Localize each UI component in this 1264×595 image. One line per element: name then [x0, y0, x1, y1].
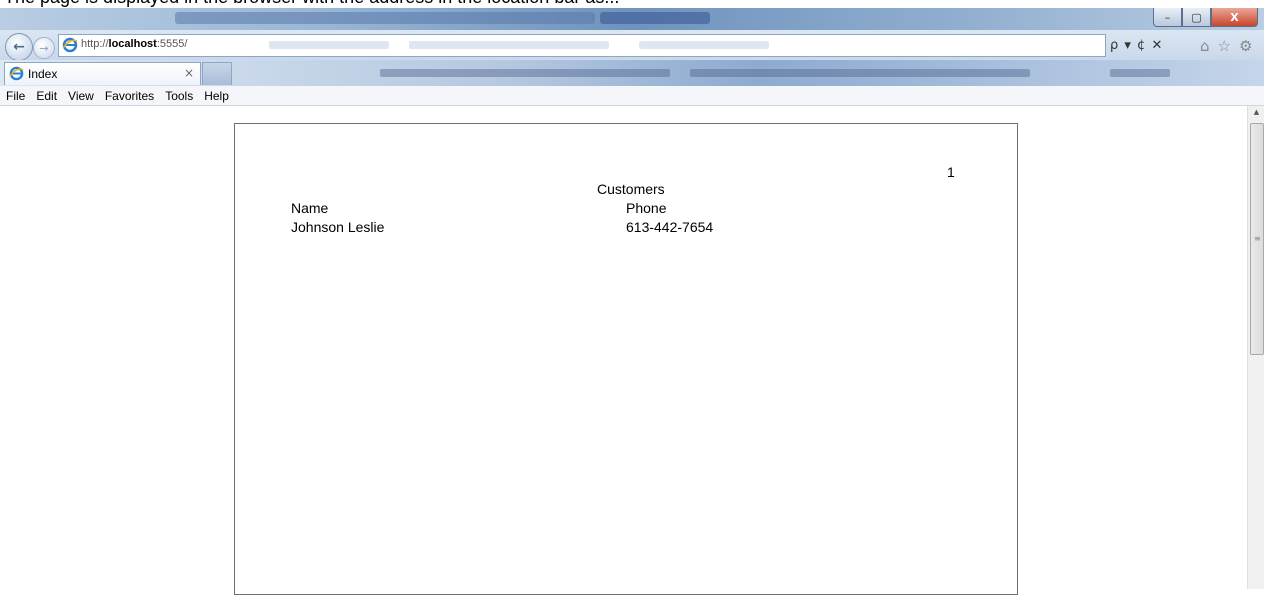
customer-phone: 613-442-7654 [626, 219, 714, 235]
back-button[interactable]: ← [5, 33, 33, 61]
menu-edit[interactable]: Edit [30, 86, 62, 105]
menu-view[interactable]: View [62, 86, 99, 105]
blurred-toolbar [1110, 69, 1170, 77]
minimize-button[interactable]: – [1153, 8, 1182, 27]
blurred-address-text [639, 41, 769, 49]
star-icon[interactable]: ☆ [1218, 37, 1231, 55]
url-scheme: http:// [81, 38, 109, 50]
navigation-bar: ← → http://localhost:5555/ ρ ▾ ¢ ✕ ⌂ ☆ ⚙ [0, 30, 1264, 61]
window-controls: – ▢ X [1153, 8, 1258, 28]
report-page: 1 Customers Name Phone Johnson Leslie 61… [234, 123, 1018, 595]
scroll-up-arrow-icon[interactable]: ▲ [1248, 108, 1264, 122]
tab-bar: Index × [0, 60, 1264, 86]
home-icon[interactable]: ⌂ [1200, 37, 1210, 55]
blurred-toolbar [690, 69, 1030, 77]
ie-logo-icon [9, 66, 24, 81]
url-text: http://localhost:5555/ [81, 38, 187, 50]
url-path: :5555/ [156, 38, 188, 50]
url-host: localhost [108, 38, 157, 50]
new-tab-button[interactable] [202, 62, 232, 85]
gear-icon[interactable]: ⚙ [1239, 37, 1252, 55]
browser-toolbar-icons: ⌂ ☆ ⚙ [1200, 37, 1252, 55]
blurred-title-text [175, 12, 595, 24]
menu-help[interactable]: Help [198, 86, 234, 105]
vertical-scrollbar[interactable]: ▲ ≡ [1247, 106, 1264, 589]
forward-arrow-icon: → [39, 41, 49, 55]
menu-bar: File Edit View Favorites Tools Help [0, 86, 1264, 106]
blurred-address-text [409, 41, 609, 49]
column-header-name: Name [291, 200, 329, 216]
ie-logo-icon [62, 37, 78, 53]
tab-label: Index [28, 67, 58, 81]
column-header-phone: Phone [626, 200, 667, 216]
grip-icon: ≡ [1254, 234, 1261, 243]
customer-name: Johnson Leslie [291, 219, 385, 235]
scrollbar-thumb[interactable]: ≡ [1250, 123, 1264, 355]
blurred-address-text [269, 41, 389, 49]
menu-file[interactable]: File [0, 86, 30, 105]
caption-text: The page is displayed in the browser wit… [4, 0, 619, 8]
close-window-button[interactable]: X [1211, 8, 1258, 27]
forward-button[interactable]: → [33, 37, 55, 59]
cropped-caption: The page is displayed in the browser wit… [0, 0, 1264, 8]
menu-favorites[interactable]: Favorites [99, 86, 159, 105]
blurred-toolbar [380, 69, 670, 77]
address-bar[interactable]: http://localhost:5555/ [58, 34, 1106, 57]
window-title-bar: – ▢ X [0, 8, 1264, 30]
report-title: Customers [597, 181, 665, 197]
tab-index[interactable]: Index × [4, 62, 201, 85]
page-content: 1 Customers Name Phone Johnson Leslie 61… [0, 106, 1247, 595]
blurred-title-text [600, 12, 710, 24]
tab-close-icon[interactable]: × [184, 66, 194, 80]
menu-tools[interactable]: Tools [159, 86, 198, 105]
page-number: 1 [947, 164, 955, 180]
back-arrow-icon: ← [13, 39, 25, 55]
address-controls[interactable]: ρ ▾ ¢ ✕ [1110, 38, 1163, 53]
maximize-button[interactable]: ▢ [1182, 8, 1211, 27]
